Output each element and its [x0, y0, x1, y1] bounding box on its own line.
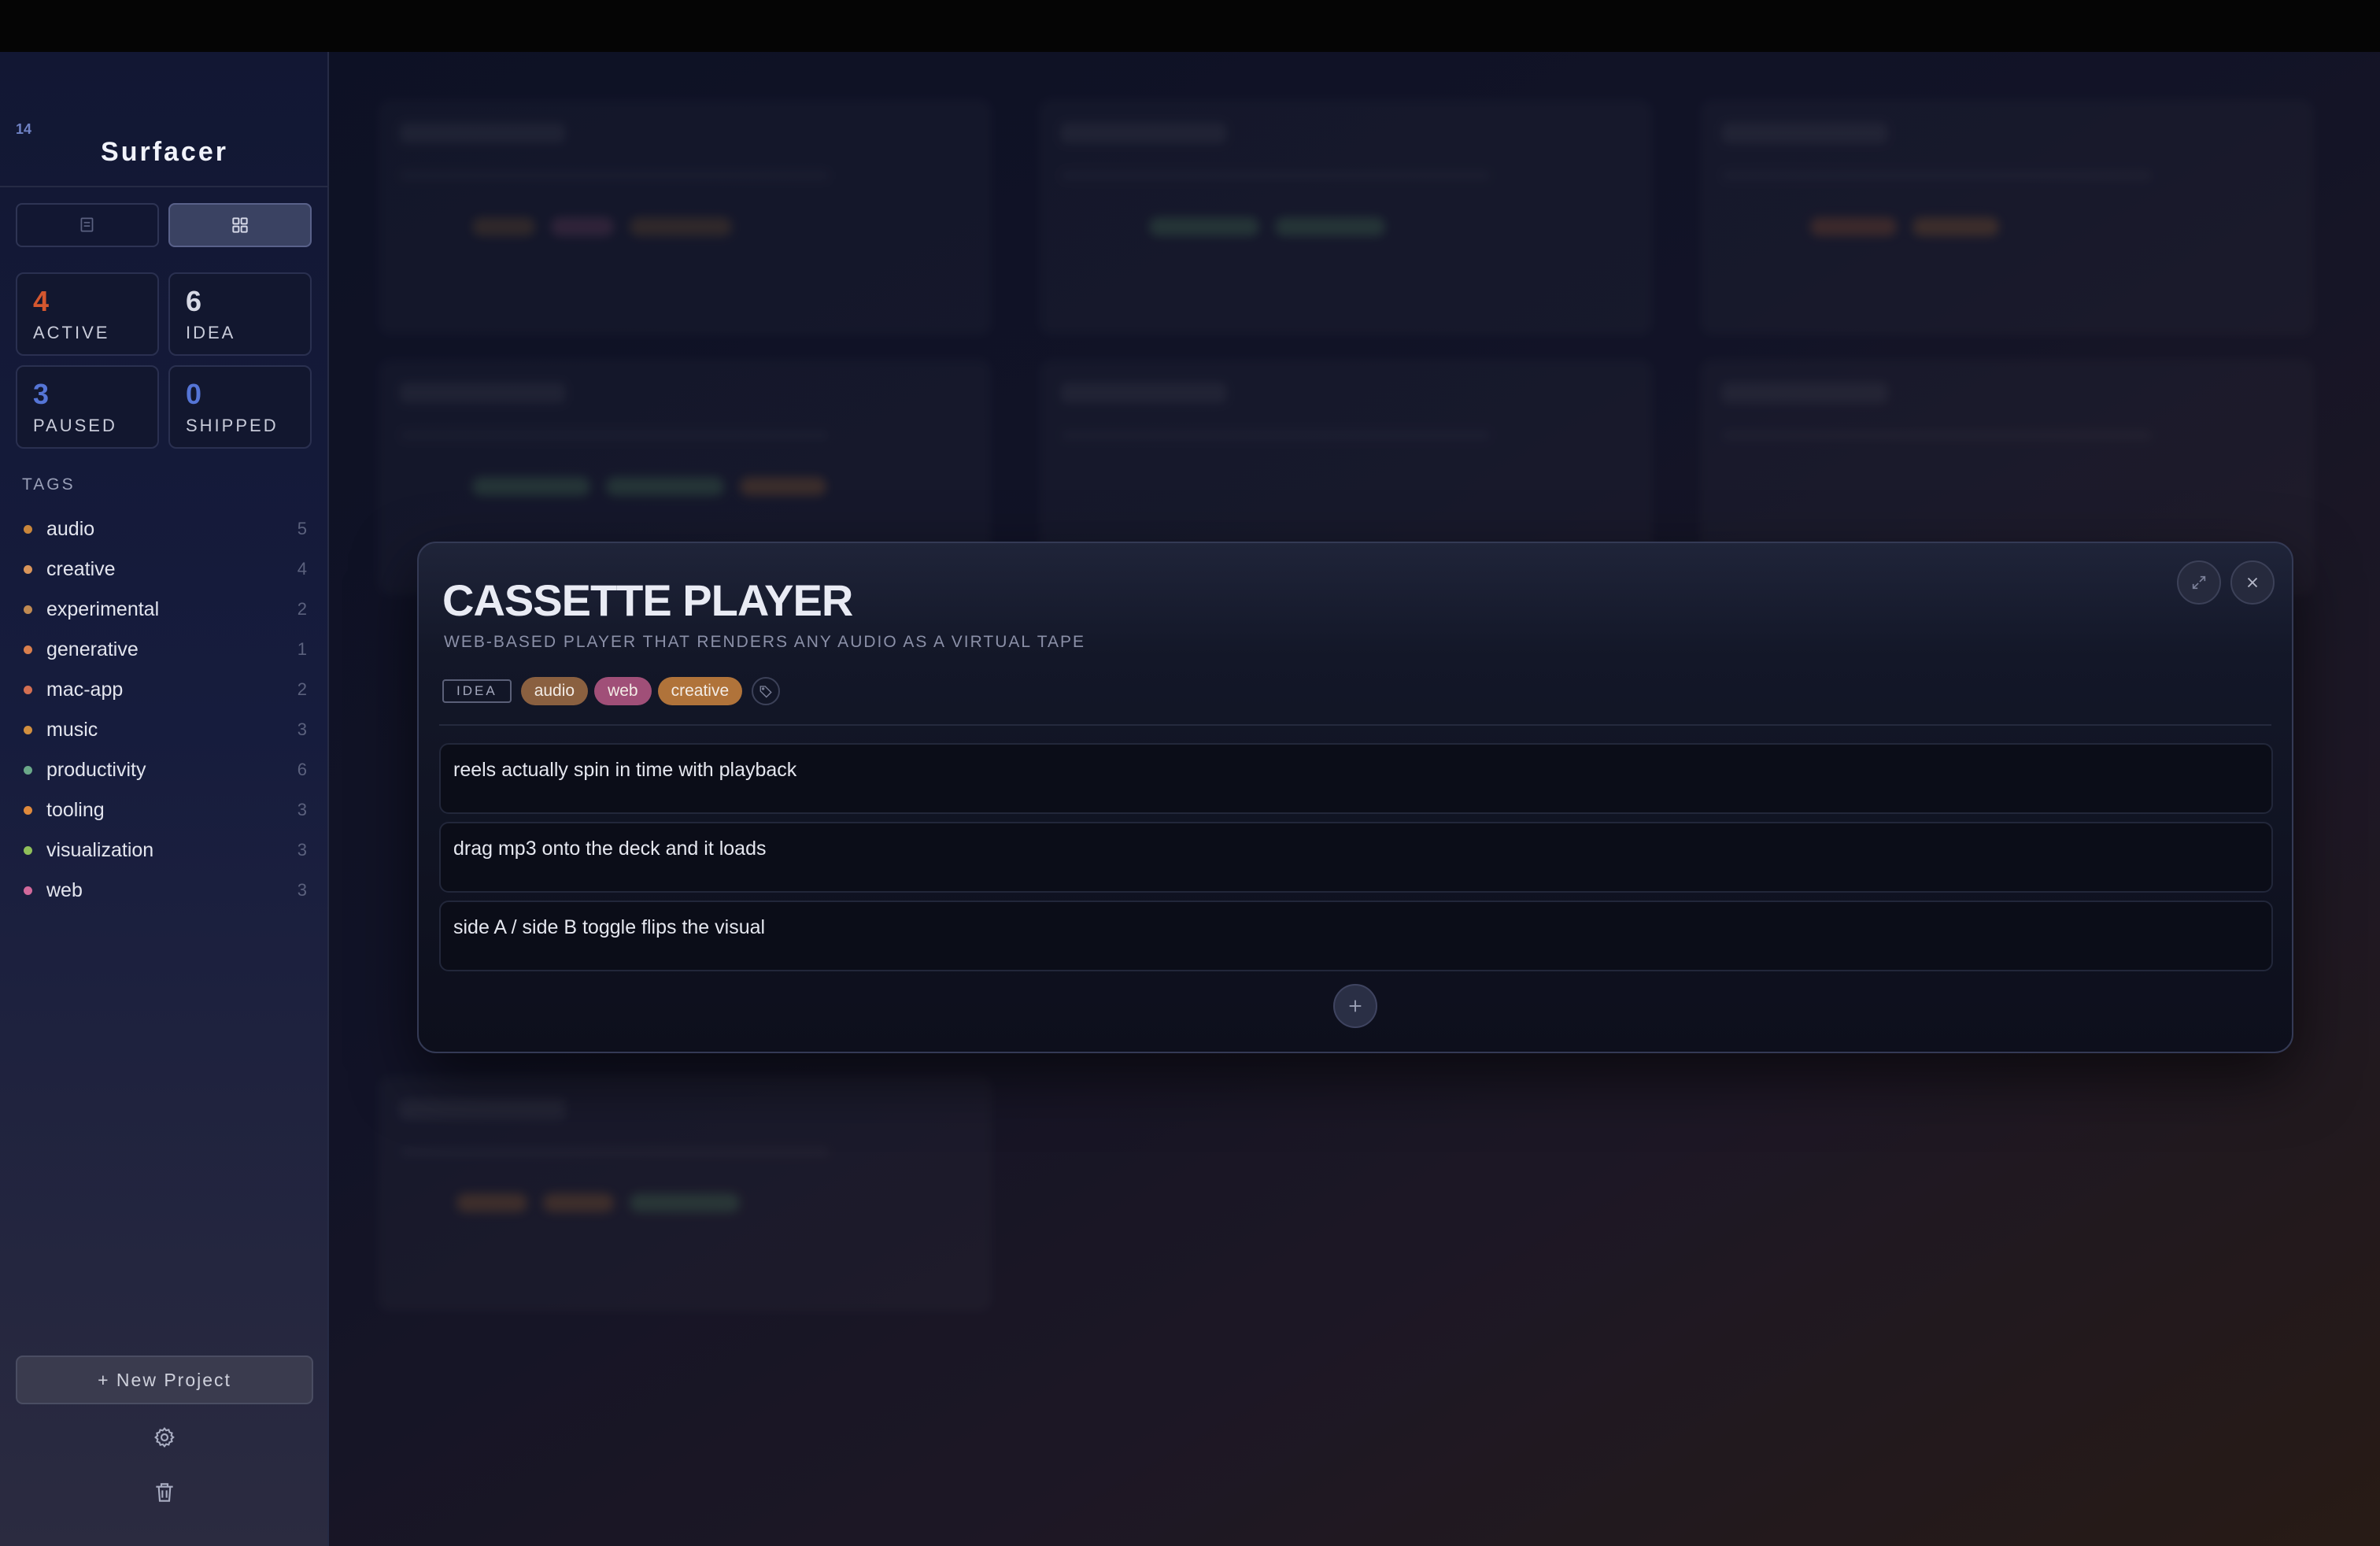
tag-count: 2	[297, 599, 307, 619]
tag-name: audio	[46, 517, 95, 540]
sidebar: 14 Surfacer 4 ACTIVE 6 IDEA 3 PAUSED 0 S…	[0, 52, 329, 1546]
grid-view-button[interactable]	[168, 203, 312, 247]
stat-shipped[interactable]: 0 SHIPPED	[168, 365, 312, 449]
tag-color-dot	[24, 725, 32, 734]
sidebar-tag-music[interactable]: music 3	[24, 714, 307, 745]
stat-idea-value: 6	[186, 285, 202, 317]
tag-name: generative	[46, 638, 139, 660]
sidebar-tag-audio[interactable]: audio 5	[24, 513, 307, 545]
tag-count: 3	[297, 880, 307, 900]
grid-view-icon	[232, 217, 248, 233]
tag-color-dot	[24, 805, 32, 815]
stat-active[interactable]: 4 ACTIVE	[16, 272, 159, 356]
stat-idea-label: IDEA	[186, 323, 236, 342]
tag-color-dot	[24, 645, 32, 654]
note-item[interactable]: drag mp3 onto the deck and it loads	[439, 822, 2273, 893]
tag-chip-web[interactable]: web	[594, 677, 652, 705]
tag-count: 5	[297, 519, 307, 538]
new-project-button[interactable]: + New Project	[16, 1356, 313, 1404]
note-text: side A / side B toggle flips the visual	[453, 916, 766, 938]
tag-name: web	[46, 878, 83, 901]
modal-divider	[439, 724, 2271, 726]
add-tag-button[interactable]	[752, 677, 781, 705]
tags-header: TAGS	[22, 475, 76, 494]
tag-chip-audio[interactable]: audio	[520, 677, 589, 705]
stat-idea[interactable]: 6 IDEA	[168, 272, 312, 356]
trash-icon[interactable]	[152, 1480, 177, 1505]
expand-icon	[2192, 575, 2206, 590]
tag-name: creative	[46, 557, 116, 580]
tag-chip-creative[interactable]: creative	[657, 677, 743, 705]
close-button[interactable]	[2230, 560, 2275, 605]
list-view-icon	[80, 217, 94, 232]
sidebar-tag-generative[interactable]: generative 1	[24, 634, 307, 665]
stat-paused-value: 3	[33, 378, 50, 410]
add-note-button[interactable]	[1333, 984, 1377, 1028]
tag-count: 4	[297, 559, 307, 579]
note-item[interactable]: side A / side B toggle flips the visual	[439, 901, 2273, 971]
sidebar-tag-web[interactable]: web 3	[24, 875, 307, 906]
tag-count: 2	[297, 679, 307, 699]
tag-count: 6	[297, 760, 307, 779]
tag-icon	[759, 686, 772, 698]
stat-active-value: 4	[33, 285, 50, 317]
tag-count: 3	[297, 800, 307, 819]
tag-color-dot	[24, 685, 32, 694]
tag-color-dot	[24, 564, 32, 574]
stat-active-label: ACTIVE	[33, 323, 110, 342]
project-detail-modal: CASSETTE PLAYER WEB-BASED PLAYER THAT RE…	[417, 542, 2293, 1053]
sidebar-tag-tooling[interactable]: tooling 3	[24, 794, 307, 826]
sidebar-tag-productivity[interactable]: productivity 6	[24, 754, 307, 786]
tag-color-dot	[24, 886, 32, 895]
project-count: 14	[16, 121, 32, 137]
tag-color-dot	[24, 845, 32, 855]
plus-icon	[1349, 1000, 1362, 1012]
tag-name: music	[46, 718, 98, 741]
tag-count: 3	[297, 840, 307, 860]
note-item[interactable]: reels actually spin in time with playbac…	[439, 743, 2273, 814]
status-badge[interactable]: IDEA	[442, 679, 512, 703]
sidebar-tag-mac-app[interactable]: mac-app 2	[24, 674, 307, 705]
tag-name: visualization	[46, 838, 154, 861]
note-text: drag mp3 onto the deck and it loads	[453, 838, 767, 860]
stat-shipped-value: 0	[186, 378, 202, 410]
note-text: reels actually spin in time with playbac…	[453, 759, 797, 781]
sidebar-divider	[0, 186, 327, 187]
project-title[interactable]: CASSETTE PLAYER	[442, 575, 853, 626]
tag-name: experimental	[46, 597, 160, 620]
sidebar-tag-experimental[interactable]: experimental 2	[24, 594, 307, 625]
list-view-button[interactable]	[16, 203, 159, 247]
tag-name: tooling	[46, 798, 105, 821]
stat-paused-label: PAUSED	[33, 416, 117, 435]
stat-shipped-label: SHIPPED	[186, 416, 279, 435]
sidebar-tag-creative[interactable]: creative 4	[24, 553, 307, 585]
tag-name: mac-app	[46, 678, 124, 701]
gear-icon[interactable]	[152, 1425, 177, 1450]
tag-count: 3	[297, 719, 307, 739]
project-chips: IDEA audio web creative	[442, 677, 781, 705]
tag-name: productivity	[46, 758, 146, 781]
sidebar-tag-visualization[interactable]: visualization 3	[24, 834, 307, 866]
tag-color-dot	[24, 765, 32, 775]
app-title: Surfacer	[101, 137, 228, 167]
tag-color-dot	[24, 605, 32, 614]
tag-count: 1	[297, 639, 307, 659]
project-subtitle[interactable]: WEB-BASED PLAYER THAT RENDERS ANY AUDIO …	[444, 633, 1085, 652]
expand-button[interactable]	[2177, 560, 2221, 605]
close-icon	[2247, 577, 2258, 588]
tag-color-dot	[24, 524, 32, 534]
stat-paused[interactable]: 3 PAUSED	[16, 365, 159, 449]
top-bar	[0, 0, 2380, 52]
